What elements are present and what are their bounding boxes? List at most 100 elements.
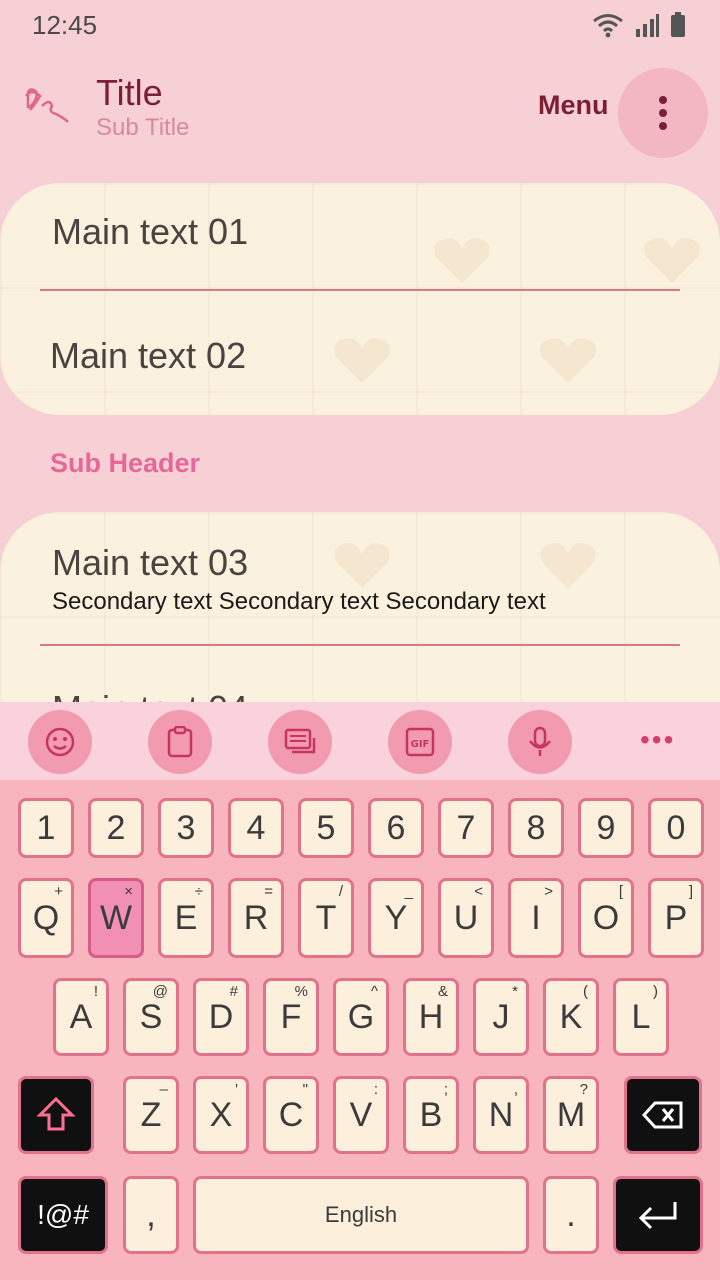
menu-label[interactable]: Menu	[538, 90, 609, 121]
heart-decoration-icon	[334, 338, 390, 383]
key-z[interactable]: Z –	[123, 1076, 179, 1154]
key-o[interactable]: O[	[578, 878, 634, 958]
enter-key[interactable]	[613, 1176, 703, 1254]
key-hint: <	[474, 883, 483, 900]
more-options-button[interactable]	[618, 68, 708, 158]
key-hint: "	[302, 1081, 308, 1098]
key-label: G	[347, 997, 375, 1036]
key-hint: +	[54, 883, 63, 900]
key-label: .	[566, 1195, 576, 1234]
key-5[interactable]: 5	[298, 798, 354, 858]
key-label: R	[243, 898, 269, 937]
list-item[interactable]: Main text 01	[52, 211, 248, 253]
key-k[interactable]: K(	[543, 978, 599, 1056]
key-y[interactable]: Y _	[368, 878, 424, 958]
emoji-button[interactable]	[28, 710, 92, 774]
key-label: Q	[32, 898, 60, 937]
list-item[interactable]: Main text 02	[50, 335, 246, 377]
key-hint: :	[373, 1081, 378, 1098]
keyboard-toolbar: GIF •••	[0, 702, 720, 780]
key-i[interactable]: I >	[508, 878, 564, 958]
page-title: Title	[96, 72, 163, 113]
key-label: I	[531, 898, 541, 937]
key-hint: [	[618, 883, 623, 900]
key-label: 0	[666, 808, 686, 847]
keyboard-mode-button[interactable]	[268, 710, 332, 774]
shift-icon	[36, 1096, 76, 1131]
key-label: 7	[456, 808, 476, 847]
key-d[interactable]: D #	[193, 978, 249, 1056]
key-a[interactable]: A!	[53, 978, 109, 1056]
list-item-secondary: Secondary text Secondary text Secondary …	[52, 588, 546, 615]
key-label: J	[492, 997, 510, 1036]
period-key[interactable]: .	[543, 1176, 599, 1254]
key-e[interactable]: E ÷	[158, 878, 214, 958]
key-label: 1	[36, 808, 56, 847]
key-hint: –	[159, 1081, 168, 1098]
key-q[interactable]: Q +	[18, 878, 74, 958]
key-s[interactable]: S @	[123, 978, 179, 1056]
divider	[40, 289, 680, 291]
status-bar: 12:45	[0, 0, 720, 50]
symbols-key[interactable]: !@#	[18, 1176, 108, 1254]
list-item[interactable]: Main text 03	[52, 542, 248, 584]
key-1[interactable]: 1	[18, 798, 74, 858]
enter-icon	[638, 1202, 677, 1230]
key-label: !@#	[37, 1199, 89, 1230]
key-hint: _	[404, 883, 413, 900]
key-hint: )	[653, 983, 658, 1000]
key-v[interactable]: V:	[333, 1076, 389, 1154]
key-n[interactable]: N,	[473, 1076, 529, 1154]
key-w[interactable]: W ×	[88, 878, 144, 958]
key-3[interactable]: 3	[158, 798, 214, 858]
gif-icon: GIF	[405, 727, 435, 757]
key-6[interactable]: 6	[368, 798, 424, 858]
space-key[interactable]: English	[193, 1176, 529, 1254]
key-c[interactable]: C "	[263, 1076, 319, 1154]
key-label: 6	[386, 808, 406, 847]
sub-header: Sub Header	[50, 448, 201, 478]
list-card-2: Main text 03 Secondary text Secondary te…	[0, 512, 720, 712]
list-card-1: Main text 01 Main text 02	[0, 183, 720, 415]
key-j[interactable]: J *	[473, 978, 529, 1056]
key-t[interactable]: T /	[298, 878, 354, 958]
voice-input-button[interactable]	[508, 710, 572, 774]
key-label: Z	[140, 1095, 162, 1134]
key-label: Y	[384, 898, 408, 937]
key-8[interactable]: 8	[508, 798, 564, 858]
keyboard: 1 2 3 4 5 6 7 8 9 0 Q + W × E ÷ R = T / Y _ U < I > O[P] A! S @ D # F% G ^…	[0, 780, 720, 1280]
key-l[interactable]: L)	[613, 978, 669, 1056]
more-icon[interactable]: •••	[640, 724, 675, 756]
key-h[interactable]: H &	[403, 978, 459, 1056]
comma-key[interactable]: ,	[123, 1176, 179, 1254]
key-p[interactable]: P]	[648, 878, 704, 958]
key-r[interactable]: R =	[228, 878, 284, 958]
divider	[40, 644, 680, 646]
key-g[interactable]: G ^	[333, 978, 389, 1056]
key-label: A	[69, 997, 93, 1036]
clipboard-button[interactable]	[148, 710, 212, 774]
battery-icon	[671, 12, 685, 37]
backspace-key[interactable]	[624, 1076, 702, 1154]
key-hint: (	[583, 983, 588, 1000]
key-u[interactable]: U <	[438, 878, 494, 958]
key-hint: #	[229, 983, 238, 1000]
key-7[interactable]: 7	[438, 798, 494, 858]
key-label: U	[453, 898, 479, 937]
gif-button[interactable]: GIF	[388, 710, 452, 774]
key-label: 9	[596, 808, 616, 847]
key-m[interactable]: M?	[543, 1076, 599, 1154]
key-hint: ^	[370, 983, 378, 1000]
key-2[interactable]: 2	[88, 798, 144, 858]
key-0[interactable]: 0	[648, 798, 704, 858]
key-9[interactable]: 9	[578, 798, 634, 858]
key-x[interactable]: X '	[193, 1076, 249, 1154]
key-hint: ÷	[194, 883, 203, 900]
key-label: F	[280, 997, 302, 1036]
key-4[interactable]: 4	[228, 798, 284, 858]
key-f[interactable]: F%	[263, 978, 319, 1056]
wifi-icon	[593, 14, 623, 38]
shift-key[interactable]	[18, 1076, 94, 1154]
key-b[interactable]: B;	[403, 1076, 459, 1154]
key-label: O	[592, 898, 620, 937]
